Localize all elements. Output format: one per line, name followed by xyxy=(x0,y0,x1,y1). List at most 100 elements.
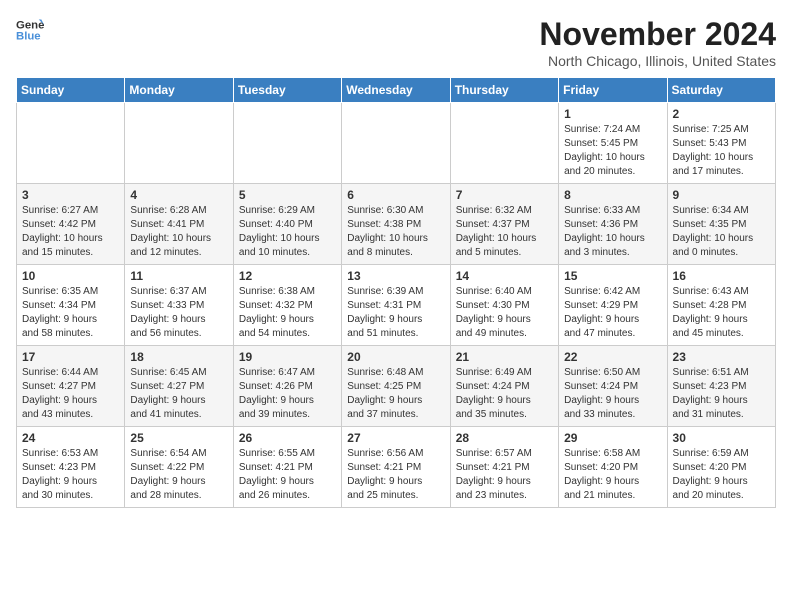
calendar-day-14: 14 Sunrise: 6:40 AM Sunset: 4:30 PM Dayli… xyxy=(450,265,558,346)
day-number: 26 xyxy=(239,431,336,445)
day-info: Sunrise: 6:28 AM Sunset: 4:41 PM Dayligh… xyxy=(130,204,227,260)
day-number: 19 xyxy=(239,350,336,364)
calendar-week-4: 17 Sunrise: 6:44 AM Sunset: 4:27 PM Dayli… xyxy=(17,346,776,427)
calendar-day-17: 17 Sunrise: 6:44 AM Sunset: 4:27 PM Dayli… xyxy=(17,346,125,427)
day-number: 5 xyxy=(239,188,336,202)
calendar-day-22: 22 Sunrise: 6:50 AM Sunset: 4:24 PM Dayli… xyxy=(559,346,667,427)
day-number: 2 xyxy=(673,107,770,121)
day-number: 3 xyxy=(22,188,119,202)
calendar-day-27: 27 Sunrise: 6:56 AM Sunset: 4:21 PM Dayli… xyxy=(342,427,450,508)
day-info: Sunrise: 6:51 AM Sunset: 4:23 PM Dayligh… xyxy=(673,366,770,422)
day-info: Sunrise: 7:24 AM Sunset: 5:45 PM Dayligh… xyxy=(564,123,661,179)
calendar-day-20: 20Sunrise: 6:48 AM Sunset: 4:25 PM Dayli… xyxy=(342,346,450,427)
header-friday: Friday xyxy=(559,78,667,103)
calendar-day-26: 26 Sunrise: 6:55 AM Sunset: 4:21 PM Dayli… xyxy=(233,427,341,508)
calendar-day-10: 10Sunrise: 6:35 AM Sunset: 4:34 PM Dayli… xyxy=(17,265,125,346)
day-number: 12 xyxy=(239,269,336,283)
calendar-day-19: 19Sunrise: 6:47 AM Sunset: 4:26 PM Dayli… xyxy=(233,346,341,427)
day-info: Sunrise: 6:43 AM Sunset: 4:28 PM Dayligh… xyxy=(673,285,770,341)
day-number: 15 xyxy=(564,269,661,283)
day-info: Sunrise: 6:55 AM Sunset: 4:21 PM Dayligh… xyxy=(239,447,336,503)
calendar-day-9: 9 Sunrise: 6:34 AM Sunset: 4:35 PM Daylig… xyxy=(667,184,775,265)
header-wednesday: Wednesday xyxy=(342,78,450,103)
day-info: Sunrise: 6:38 AM Sunset: 4:32 PM Dayligh… xyxy=(239,285,336,341)
day-number: 1 xyxy=(564,107,661,121)
day-info: Sunrise: 6:54 AM Sunset: 4:22 PM Dayligh… xyxy=(130,447,227,503)
day-number: 28 xyxy=(456,431,553,445)
day-number: 21 xyxy=(456,350,553,364)
day-info: Sunrise: 6:56 AM Sunset: 4:21 PM Dayligh… xyxy=(347,447,444,503)
calendar-empty xyxy=(342,103,450,184)
calendar-day-30: 30 Sunrise: 6:59 AM Sunset: 4:20 PM Dayli… xyxy=(667,427,775,508)
day-info: Sunrise: 6:30 AM Sunset: 4:38 PM Dayligh… xyxy=(347,204,444,260)
day-info: Sunrise: 6:59 AM Sunset: 4:20 PM Dayligh… xyxy=(673,447,770,503)
day-info: Sunrise: 6:34 AM Sunset: 4:35 PM Dayligh… xyxy=(673,204,770,260)
day-info: Sunrise: 6:44 AM Sunset: 4:27 PM Dayligh… xyxy=(22,366,119,422)
calendar-empty xyxy=(125,103,233,184)
calendar-day-15: 15 Sunrise: 6:42 AM Sunset: 4:29 PM Dayli… xyxy=(559,265,667,346)
calendar-day-5: 5 Sunrise: 6:29 AM Sunset: 4:40 PM Daylig… xyxy=(233,184,341,265)
day-number: 16 xyxy=(673,269,770,283)
day-info: Sunrise: 6:37 AM Sunset: 4:33 PM Dayligh… xyxy=(130,285,227,341)
calendar-day-3: 3Sunrise: 6:27 AM Sunset: 4:42 PM Daylig… xyxy=(17,184,125,265)
day-info: Sunrise: 6:53 AM Sunset: 4:23 PM Dayligh… xyxy=(22,447,119,503)
header-monday: Monday xyxy=(125,78,233,103)
day-info: Sunrise: 6:40 AM Sunset: 4:30 PM Dayligh… xyxy=(456,285,553,341)
calendar-day-12: 12 Sunrise: 6:38 AM Sunset: 4:32 PM Dayli… xyxy=(233,265,341,346)
day-number: 4 xyxy=(130,188,227,202)
day-info: Sunrise: 6:29 AM Sunset: 4:40 PM Dayligh… xyxy=(239,204,336,260)
calendar-week-2: 3Sunrise: 6:27 AM Sunset: 4:42 PM Daylig… xyxy=(17,184,776,265)
day-info: Sunrise: 7:25 AM Sunset: 5:43 PM Dayligh… xyxy=(673,123,770,179)
day-number: 6 xyxy=(347,188,444,202)
day-number: 23 xyxy=(673,350,770,364)
calendar-day-11: 11 Sunrise: 6:37 AM Sunset: 4:33 PM Dayli… xyxy=(125,265,233,346)
calendar-day-16: 16 Sunrise: 6:43 AM Sunset: 4:28 PM Dayli… xyxy=(667,265,775,346)
logo: General Blue xyxy=(16,16,44,44)
calendar-day-4: 4 Sunrise: 6:28 AM Sunset: 4:41 PM Daylig… xyxy=(125,184,233,265)
calendar-day-1: 1 Sunrise: 7:24 AM Sunset: 5:45 PM Daylig… xyxy=(559,103,667,184)
logo-icon: General Blue xyxy=(16,16,44,44)
calendar-day-6: 6 Sunrise: 6:30 AM Sunset: 4:38 PM Daylig… xyxy=(342,184,450,265)
day-info: Sunrise: 6:45 AM Sunset: 4:27 PM Dayligh… xyxy=(130,366,227,422)
day-info: Sunrise: 6:50 AM Sunset: 4:24 PM Dayligh… xyxy=(564,366,661,422)
calendar-day-8: 8Sunrise: 6:33 AM Sunset: 4:36 PM Daylig… xyxy=(559,184,667,265)
page-header: General Blue November 2024 North Chicago… xyxy=(16,16,776,69)
day-info: Sunrise: 6:32 AM Sunset: 4:37 PM Dayligh… xyxy=(456,204,553,260)
day-info: Sunrise: 6:49 AM Sunset: 4:24 PM Dayligh… xyxy=(456,366,553,422)
month-title: November 2024 xyxy=(539,16,776,53)
day-number: 22 xyxy=(564,350,661,364)
calendar-day-2: 2 Sunrise: 7:25 AM Sunset: 5:43 PM Daylig… xyxy=(667,103,775,184)
calendar-day-29: 29Sunrise: 6:58 AM Sunset: 4:20 PM Dayli… xyxy=(559,427,667,508)
day-info: Sunrise: 6:35 AM Sunset: 4:34 PM Dayligh… xyxy=(22,285,119,341)
calendar-day-18: 18 Sunrise: 6:45 AM Sunset: 4:27 PM Dayli… xyxy=(125,346,233,427)
header-saturday: Saturday xyxy=(667,78,775,103)
calendar-week-5: 24 Sunrise: 6:53 AM Sunset: 4:23 PM Dayli… xyxy=(17,427,776,508)
day-number: 14 xyxy=(456,269,553,283)
day-number: 27 xyxy=(347,431,444,445)
day-info: Sunrise: 6:33 AM Sunset: 4:36 PM Dayligh… xyxy=(564,204,661,260)
day-info: Sunrise: 6:39 AM Sunset: 4:31 PM Dayligh… xyxy=(347,285,444,341)
calendar-header-row: SundayMondayTuesdayWednesdayThursdayFrid… xyxy=(17,78,776,103)
day-number: 7 xyxy=(456,188,553,202)
day-number: 24 xyxy=(22,431,119,445)
calendar-day-23: 23 Sunrise: 6:51 AM Sunset: 4:23 PM Dayli… xyxy=(667,346,775,427)
day-info: Sunrise: 6:57 AM Sunset: 4:21 PM Dayligh… xyxy=(456,447,553,503)
day-number: 25 xyxy=(130,431,227,445)
header-thursday: Thursday xyxy=(450,78,558,103)
calendar-empty xyxy=(17,103,125,184)
header-tuesday: Tuesday xyxy=(233,78,341,103)
day-number: 9 xyxy=(673,188,770,202)
calendar-day-13: 13 Sunrise: 6:39 AM Sunset: 4:31 PM Dayli… xyxy=(342,265,450,346)
day-number: 18 xyxy=(130,350,227,364)
day-info: Sunrise: 6:42 AM Sunset: 4:29 PM Dayligh… xyxy=(564,285,661,341)
svg-text:General: General xyxy=(16,19,44,31)
day-info: Sunrise: 6:48 AM Sunset: 4:25 PM Dayligh… xyxy=(347,366,444,422)
title-section: November 2024 North Chicago, Illinois, U… xyxy=(539,16,776,69)
day-number: 30 xyxy=(673,431,770,445)
day-number: 13 xyxy=(347,269,444,283)
day-number: 17 xyxy=(22,350,119,364)
day-number: 11 xyxy=(130,269,227,283)
calendar-empty xyxy=(233,103,341,184)
svg-text:Blue: Blue xyxy=(16,31,41,43)
calendar-day-7: 7 Sunrise: 6:32 AM Sunset: 4:37 PM Daylig… xyxy=(450,184,558,265)
